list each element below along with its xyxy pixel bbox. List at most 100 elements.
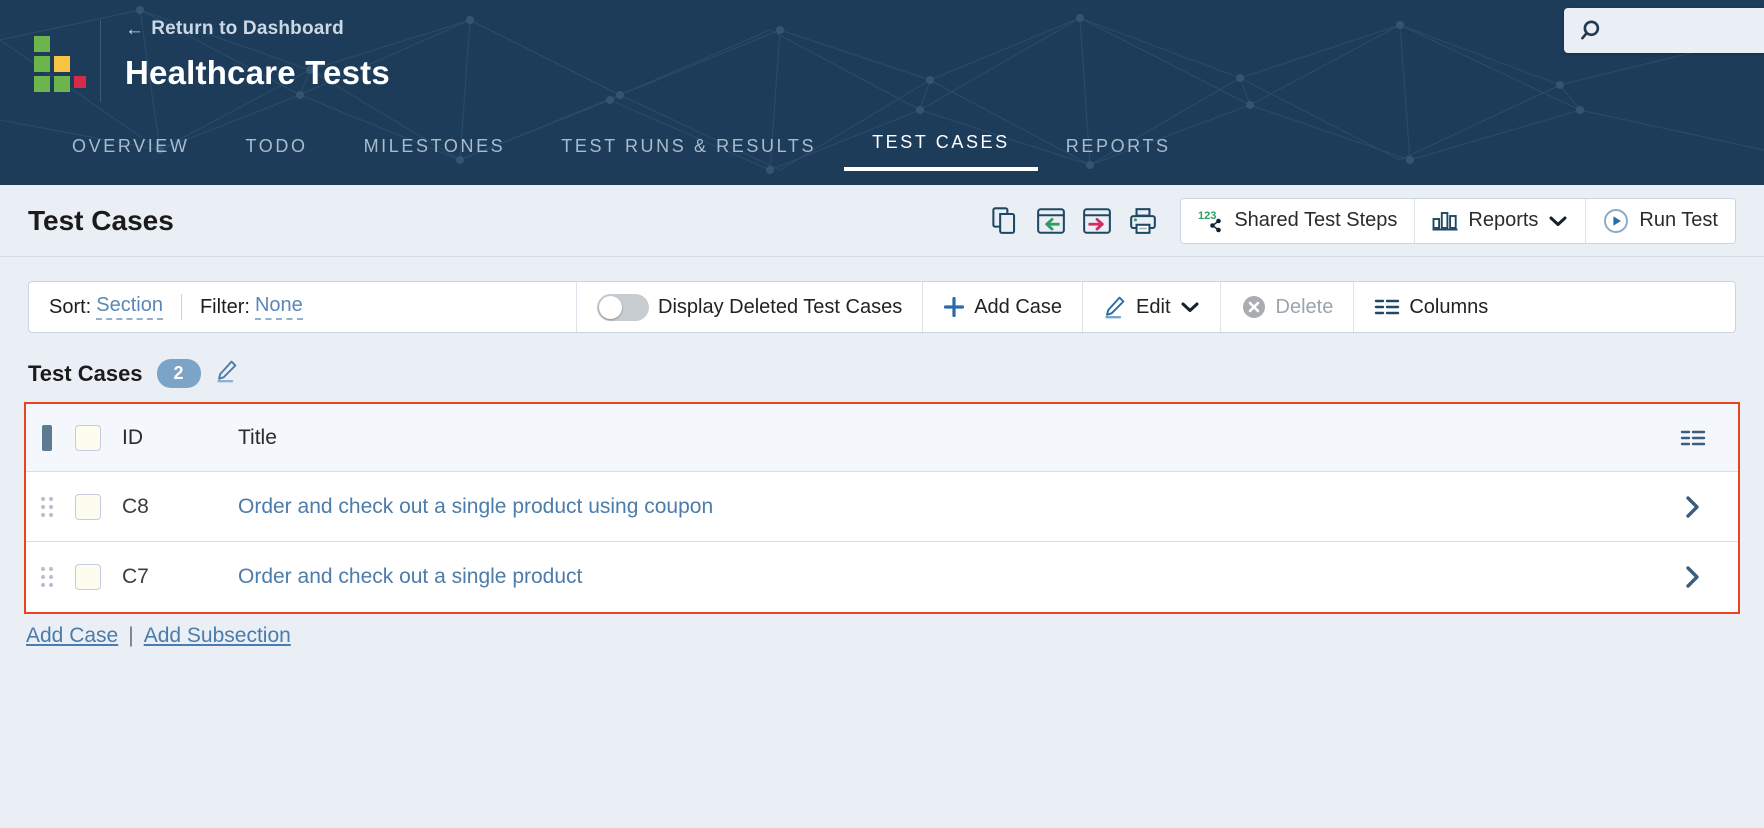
row-checkbox-cell[interactable] <box>62 494 114 520</box>
sort-value-link[interactable]: Section <box>96 294 163 320</box>
header-divider <box>100 20 101 102</box>
logo-square-green-1 <box>34 36 50 52</box>
pencil-icon <box>1103 295 1127 319</box>
print-icon[interactable] <box>1120 199 1166 243</box>
header-marker <box>26 425 62 451</box>
chevron-down-icon <box>1180 300 1200 314</box>
display-deleted-toggle-cell[interactable]: Display Deleted Test Cases <box>577 282 923 332</box>
return-to-dashboard-label: Return to Dashboard <box>151 18 344 40</box>
search-box[interactable] <box>1564 8 1764 53</box>
shared-steps-icon: 123 <box>1198 209 1224 233</box>
nav-item-todo[interactable]: TODO <box>218 126 336 171</box>
section-title: Test Cases <box>28 361 143 387</box>
toolbar-zone: Sort: Section Filter: None Display Delet… <box>0 257 1764 333</box>
page-title: Test Cases <box>28 205 174 237</box>
run-test-label: Run Test <box>1639 209 1718 232</box>
filter-value-link[interactable]: None <box>255 294 303 320</box>
filter-label: Filter: <box>200 296 250 319</box>
drag-handle-icon[interactable] <box>26 497 62 517</box>
run-test-button[interactable]: Run Test <box>1586 199 1735 243</box>
brand-row: ← Return to Dashboard Healthcare Tests <box>0 0 1764 102</box>
delete-circle-icon <box>1241 294 1267 320</box>
row-checkbox[interactable] <box>75 564 101 590</box>
return-to-dashboard-link[interactable]: ← Return to Dashboard <box>125 18 390 40</box>
row-title-link[interactable]: Order and check out a single product usi… <box>234 495 1648 519</box>
logo-square-green-2 <box>34 56 50 72</box>
edit-button[interactable]: Edit <box>1083 282 1220 332</box>
copy-icon[interactable] <box>982 199 1028 243</box>
section-header: Test Cases 2 <box>0 333 1764 402</box>
column-header-id[interactable]: ID <box>114 426 234 450</box>
column-settings-cell[interactable] <box>1648 427 1738 449</box>
table-header-row: ID Title <box>26 404 1738 472</box>
add-case-label: Add Case <box>974 296 1062 319</box>
add-subsection-link[interactable]: Add Subsection <box>144 624 291 648</box>
columns-button[interactable]: Columns <box>1354 282 1508 332</box>
chevron-down-icon <box>1548 214 1568 228</box>
main-nav: OVERVIEW TODO MILESTONES TEST RUNS & RES… <box>0 122 1764 171</box>
chevron-right-icon <box>1682 492 1704 522</box>
chevron-right-icon <box>1682 562 1704 592</box>
sort-filter-cell: Sort: Section Filter: None <box>29 282 577 332</box>
search-input[interactable] <box>1614 22 1734 39</box>
sort-filter-divider <box>181 294 182 320</box>
logo-square-yellow <box>54 56 70 72</box>
select-all-checkbox[interactable] <box>75 425 101 451</box>
subheader-button-group: 123 Shared Test Steps Reports <box>1180 198 1736 244</box>
add-case-link[interactable]: Add Case <box>26 624 118 648</box>
shared-test-steps-label: Shared Test Steps <box>1234 209 1397 232</box>
row-title-link[interactable]: Order and check out a single product <box>234 565 1648 589</box>
section-edit-icon[interactable] <box>215 359 239 388</box>
drag-handle-icon[interactable] <box>26 567 62 587</box>
test-cases-table: ID Title C8 Order and check out a singl <box>24 402 1740 614</box>
delete-button[interactable]: Delete <box>1221 282 1355 332</box>
logo-square-red <box>74 76 86 88</box>
columns-icon <box>1374 296 1400 318</box>
delete-label: Delete <box>1276 296 1334 319</box>
project-title: Healthcare Tests <box>125 54 390 92</box>
shared-test-steps-button[interactable]: 123 Shared Test Steps <box>1181 199 1415 243</box>
section-footer-links: Add Case | Add Subsection <box>0 614 1764 648</box>
export-icon[interactable] <box>1074 199 1120 243</box>
row-checkbox[interactable] <box>75 494 101 520</box>
row-expand-cell[interactable] <box>1648 492 1738 522</box>
nav-item-reports[interactable]: REPORTS <box>1038 126 1199 171</box>
subheader-actions: 123 Shared Test Steps Reports <box>982 198 1736 244</box>
footer-separator: | <box>128 624 133 648</box>
nav-item-test-runs-results[interactable]: TEST RUNS & RESULTS <box>533 126 844 171</box>
row-checkbox-cell[interactable] <box>62 564 114 590</box>
table-row[interactable]: C7 Order and check out a single product <box>26 542 1738 612</box>
page-subheader: Test Cases <box>0 185 1764 257</box>
bar-chart-icon <box>1432 210 1458 232</box>
select-all-checkbox-cell[interactable] <box>62 425 114 451</box>
reports-button[interactable]: Reports <box>1415 199 1586 243</box>
section-count-badge: 2 <box>157 359 201 388</box>
back-arrow-icon: ← <box>125 20 144 39</box>
nav-item-overview[interactable]: OVERVIEW <box>44 126 218 171</box>
row-expand-cell[interactable] <box>1648 562 1738 592</box>
table-row[interactable]: C8 Order and check out a single product … <box>26 472 1738 542</box>
row-id: C7 <box>114 565 234 589</box>
plus-icon <box>943 296 965 318</box>
display-deleted-label: Display Deleted Test Cases <box>658 296 902 319</box>
column-header-title[interactable]: Title <box>234 426 1648 450</box>
display-deleted-toggle[interactable] <box>597 294 649 321</box>
svg-text:123: 123 <box>1198 210 1216 222</box>
column-settings-icon <box>1680 427 1706 449</box>
app-header: ← Return to Dashboard Healthcare Tests O… <box>0 0 1764 185</box>
header-titles: ← Return to Dashboard Healthcare Tests <box>125 14 390 92</box>
search-icon <box>1580 18 1606 44</box>
edit-label: Edit <box>1136 296 1170 319</box>
columns-label: Columns <box>1409 296 1488 319</box>
row-id: C8 <box>114 495 234 519</box>
nav-item-milestones[interactable]: MILESTONES <box>336 126 534 171</box>
logo-square-green-4 <box>54 76 70 92</box>
testrail-logo[interactable] <box>26 36 80 90</box>
play-circle-icon <box>1603 208 1629 234</box>
reports-label: Reports <box>1468 209 1538 232</box>
sort-label: Sort: <box>49 296 91 319</box>
import-icon[interactable] <box>1028 199 1074 243</box>
add-case-button[interactable]: Add Case <box>923 282 1083 332</box>
nav-item-test-cases[interactable]: TEST CASES <box>844 122 1038 171</box>
filter-toolbar: Sort: Section Filter: None Display Delet… <box>28 281 1736 333</box>
